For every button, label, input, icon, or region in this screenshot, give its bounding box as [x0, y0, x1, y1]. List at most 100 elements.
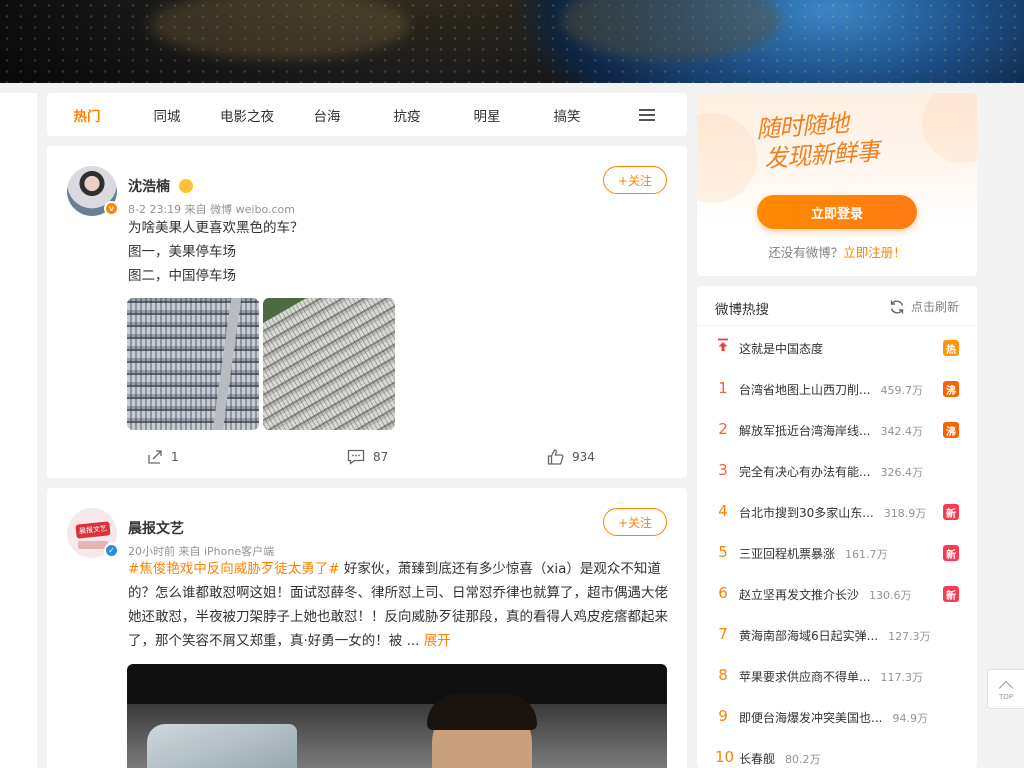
video-thumbnail[interactable]: [127, 664, 667, 768]
channel-tabs: 热门 同城 电影之夜 台海 抗疫 明星 搞笑: [47, 93, 687, 136]
hot-rank: 1: [718, 379, 728, 397]
hot-search-item[interactable]: 1 台湾省地图上山西刀削... 459.7万 沸: [697, 368, 977, 409]
video-person-hair: [427, 694, 537, 730]
post-text: 为啥美果人更喜欢黑色的车？ 图一，美果停车场 图二，中国停车场: [128, 216, 668, 288]
hot-rank: 6: [718, 584, 728, 602]
tab-taiwan-strait[interactable]: 台海: [287, 105, 367, 125]
hot-search-item[interactable]: 10 长春舰 80.2万: [697, 737, 977, 768]
login-button[interactable]: 立即登录: [757, 195, 917, 229]
repost-icon: [148, 450, 162, 464]
hot-topic-text: 黄海南部海域6日起实弹...: [739, 629, 879, 643]
more-tabs-button[interactable]: [607, 108, 687, 121]
tab-anti-epidemic[interactable]: 抗疫: [367, 105, 447, 125]
back-to-top-button[interactable]: TOP: [987, 669, 1024, 709]
hot-search-item[interactable]: 这就是中国态度 热: [697, 327, 977, 368]
pinned-arrow-icon: [715, 338, 731, 356]
parking-lot-photo-2[interactable]: [263, 298, 395, 430]
hot-topic[interactable]: 完全有决心有办法有能... 326.4万: [739, 463, 923, 480]
verified-badge-icon: v: [104, 201, 119, 216]
tab-local[interactable]: 同城: [127, 105, 207, 125]
hot-search-item[interactable]: 4 台北市搜到30多家山东... 318.9万 新: [697, 491, 977, 532]
hot-heat-count: 117.3万: [880, 671, 923, 684]
hot-search-title: 微博热搜: [715, 302, 769, 318]
hot-rank: 4: [718, 502, 728, 520]
login-slogan: 随时随地 发现新鲜事: [755, 103, 919, 174]
author-name[interactable]: 晨报文艺: [128, 518, 184, 538]
tab-funny[interactable]: 搞笑: [527, 105, 607, 125]
hot-tag-badge: 新: [943, 586, 959, 602]
hot-topic-text: 即便台海爆发冲突美国也...: [739, 711, 883, 725]
hot-tag-badge: 新: [943, 545, 959, 561]
hot-topic-text: 台北市搜到30多家山东...: [739, 506, 874, 520]
hot-heat-count: 161.7万: [845, 548, 888, 561]
emoji-badge-icon: [178, 179, 193, 193]
hot-topic-text: 完全有决心有办法有能...: [739, 465, 871, 479]
post-line: 图二，中国停车场: [128, 268, 236, 284]
post-meta: 8-2 23:19 来自 微博 weibo.com: [128, 203, 295, 216]
hot-heat-count: 342.4万: [880, 425, 923, 438]
login-card: 随时随地 发现新鲜事 立即登录 还没有微博？立即注册！: [697, 93, 977, 276]
author-name[interactable]: 沈浩楠: [128, 176, 193, 196]
verified-badge-icon: ✓: [104, 543, 119, 558]
hot-search-item[interactable]: 3 完全有决心有办法有能... 326.4万: [697, 450, 977, 491]
hot-search-item[interactable]: 8 苹果要求供应商不得单... 117.3万: [697, 655, 977, 696]
hot-search-item[interactable]: 9 即便台海爆发冲突美国也... 94.9万: [697, 696, 977, 737]
hot-heat-count: 80.2万: [785, 753, 821, 766]
hot-topic-text: 三亚回程机票暴涨: [739, 547, 836, 561]
hot-rank: 10: [715, 748, 735, 766]
tab-movie-night[interactable]: 电影之夜: [207, 105, 287, 125]
feed-post: 晨报文艺 ✓ 晨报文艺 20小时前 来自 iPhone客户端 +关注 #焦俊艳戏…: [47, 488, 687, 768]
hot-topic[interactable]: 这就是中国态度: [739, 340, 823, 357]
decor-circle: [697, 113, 757, 203]
parking-lot-photo-1[interactable]: [127, 298, 259, 430]
hot-topic[interactable]: 长春舰 80.2万: [739, 750, 821, 767]
comment-button[interactable]: 87: [347, 449, 388, 465]
hot-topic-text: 长春舰: [739, 752, 776, 766]
header-banner: [0, 0, 1024, 83]
hot-topic[interactable]: 台湾省地图上山西刀削... 459.7万: [739, 381, 923, 398]
banner-city-lights: [0, 0, 1024, 83]
hot-search-header: 微博热搜 点击刷新: [697, 286, 977, 326]
hot-tag-badge: 热: [943, 340, 959, 356]
hot-topic-text: 台湾省地图上山西刀削...: [739, 383, 871, 397]
like-button[interactable]: 934: [547, 449, 595, 465]
follow-button[interactable]: +关注: [603, 166, 667, 194]
register-prefix: 还没有微博？: [768, 245, 844, 260]
hot-topic[interactable]: 黄海南部海域6日起实弹... 127.3万: [739, 627, 931, 644]
expand-link[interactable]: 展开: [424, 633, 451, 649]
hot-topic-text: 赵立坚再发文推介长沙: [739, 588, 860, 602]
hot-topic-text: 这就是中国态度: [739, 342, 824, 356]
hot-heat-count: 459.7万: [880, 384, 923, 397]
refresh-icon: [890, 299, 904, 314]
tab-celebrity[interactable]: 明星: [447, 105, 527, 125]
hot-rank: 9: [718, 707, 728, 725]
hot-rank: 3: [718, 461, 728, 479]
hot-heat-count: 127.3万: [888, 630, 931, 643]
hot-rank: 7: [718, 625, 728, 643]
hot-topic[interactable]: 即便台海爆发冲突美国也... 94.9万: [739, 709, 928, 726]
hot-topic[interactable]: 解放军抵近台湾海岸线... 342.4万: [739, 422, 923, 439]
hot-search-item[interactable]: 5 三亚回程机票暴涨 161.7万 新: [697, 532, 977, 573]
register-link[interactable]: 立即注册！: [843, 245, 906, 260]
repost-button[interactable]: 1: [147, 449, 179, 465]
post-text: #焦俊艳戏中反向威胁歹徒太勇了# 好家伙，萧臻到底还有多少惊喜（xia）是观众不…: [128, 557, 668, 653]
hot-topic[interactable]: 苹果要求供应商不得单... 117.3万: [739, 668, 923, 685]
hot-rank: 5: [718, 543, 728, 561]
follow-button[interactable]: +关注: [603, 508, 667, 536]
feed-post: v 沈浩楠 8-2 23:19 来自 微博 weibo.com +关注 为啥美果…: [47, 146, 687, 478]
avatar-logo-text: 晨报文艺: [75, 521, 111, 539]
list-menu-icon: [639, 108, 655, 121]
hot-heat-count: 326.4万: [880, 466, 923, 479]
hot-topic[interactable]: 三亚回程机票暴涨 161.7万: [739, 545, 888, 562]
refresh-button[interactable]: 点击刷新: [889, 298, 959, 315]
hot-topic[interactable]: 台北市搜到30多家山东... 318.9万: [739, 504, 926, 521]
hot-heat-count: 318.9万: [883, 507, 927, 520]
hot-topic[interactable]: 赵立坚再发文推介长沙 130.6万: [739, 586, 912, 603]
hot-search-item[interactable]: 2 解放军抵近台湾海岸线... 342.4万 沸: [697, 409, 977, 450]
hot-search-item[interactable]: 6 赵立坚再发文推介长沙 130.6万 新: [697, 573, 977, 614]
tab-hot[interactable]: 热门: [47, 105, 127, 125]
hot-search-item[interactable]: 7 黄海南部海域6日起实弹... 127.3万: [697, 614, 977, 655]
hashtag-link[interactable]: #焦俊艳戏中反向威胁歹徒太勇了#: [128, 561, 340, 577]
comment-icon: [347, 449, 365, 465]
post-line: 为啥美果人更喜欢黑色的车？: [128, 220, 304, 236]
